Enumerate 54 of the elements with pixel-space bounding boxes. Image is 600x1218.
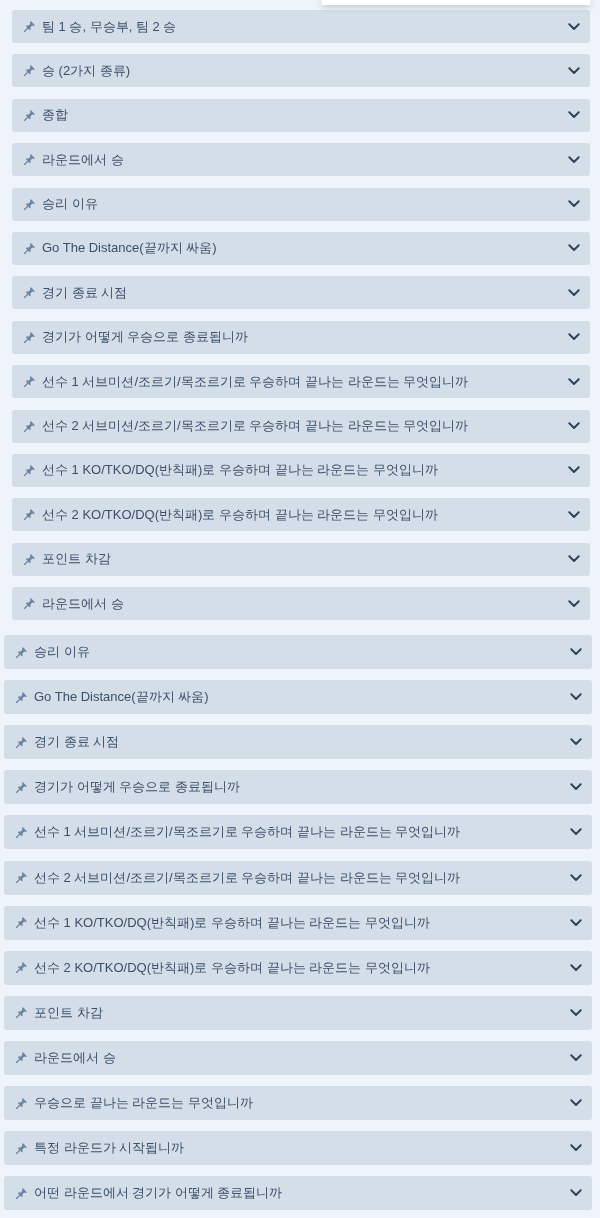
pin-icon[interactable]: [16, 781, 27, 793]
accordion-header[interactable]: 선수 1 KO/TKO/DQ(반칙패)로 우승하며 끝나는 라운드는 무엇입니까: [12, 453, 590, 487]
pin-icon[interactable]: [24, 464, 35, 476]
pin-icon[interactable]: [16, 826, 27, 838]
accordion-header[interactable]: 어떤 라운드에서 경기가 어떻게 종료됩니까: [4, 1176, 592, 1211]
pin-icon[interactable]: [16, 1142, 27, 1154]
pin-icon[interactable]: [16, 872, 27, 884]
accordion-header[interactable]: 팀 1 승, 무승부, 팀 2 승: [12, 10, 590, 43]
pin-icon[interactable]: [24, 65, 35, 77]
pin-icon[interactable]: [16, 1052, 27, 1064]
accordion-header[interactable]: 경기 종료 시점: [12, 276, 590, 310]
pin-icon[interactable]: [16, 736, 27, 748]
pin-icon[interactable]: [24, 376, 35, 388]
pin-icon[interactable]: [16, 646, 27, 658]
accordion-header[interactable]: 경기 종료 시점: [4, 725, 592, 760]
pin-icon[interactable]: [24, 553, 35, 565]
accordion-header[interactable]: 선수 2 서브미션/조르기/목조르기로 우승하며 끝나는 라운드는 무엇입니까: [12, 409, 590, 443]
pin-icon[interactable]: [24, 109, 35, 121]
accordion-header[interactable]: 라운드에서 승: [4, 1040, 592, 1075]
pin-icon[interactable]: [24, 242, 35, 254]
accordion-header[interactable]: 선수 1 서브미션/조르기/목조르기로 우승하며 끝나는 라운드는 무엇입니까: [12, 365, 590, 399]
accordion-header[interactable]: 승 (2가지 종류): [12, 54, 590, 88]
accordion-header[interactable]: 선수 2 서브미션/조르기/목조르기로 우승하며 끝나는 라운드는 무엇입니까: [4, 860, 592, 895]
pin-icon[interactable]: [24, 598, 35, 610]
pin-icon[interactable]: [16, 1187, 27, 1199]
accordion-header[interactable]: 승리 이유: [4, 635, 592, 670]
accordion-header[interactable]: 경기가 어떻게 우승으로 종료됩니까: [12, 320, 590, 354]
accordion-header[interactable]: 선수 2 KO/TKO/DQ(반칙패)로 우승하며 끝나는 라운드는 무엇입니까: [12, 498, 590, 532]
accordion-header[interactable]: Go The Distance(끝까지 싸움): [4, 680, 592, 715]
accordion-header[interactable]: 특정 라운드가 시작됩니까: [4, 1131, 592, 1166]
pin-icon[interactable]: [24, 198, 35, 210]
accordion-header[interactable]: 우승으로 끝나는 라운드는 무엇입니까: [4, 1086, 592, 1120]
accordion-header[interactable]: 포인트 차감: [12, 542, 590, 576]
accordion-header[interactable]: 경기가 어떻게 우승으로 종료됩니까: [4, 770, 592, 805]
pin-icon[interactable]: [24, 154, 35, 166]
pin-icon[interactable]: [16, 691, 27, 703]
accordion-header[interactable]: 선수 1 KO/TKO/DQ(반칙패)로 우승하며 끝나는 라운드는 무엇입니까: [4, 905, 592, 940]
pin-icon[interactable]: [24, 509, 35, 521]
pin-icon[interactable]: [24, 420, 35, 432]
accordion-header[interactable]: 선수 1 서브미션/조르기/목조르기로 우승하며 끝나는 라운드는 무엇입니까: [4, 815, 592, 850]
pin-icon[interactable]: [16, 917, 27, 929]
accordion-header[interactable]: 라운드에서 승: [12, 143, 590, 177]
pin-icon[interactable]: [24, 331, 35, 343]
accordion-header[interactable]: 승리 이유: [12, 187, 590, 221]
pin-icon[interactable]: [24, 21, 35, 32]
accordion-header[interactable]: 라운드에서 승: [12, 587, 590, 621]
accordion-header[interactable]: 선수 2 KO/TKO/DQ(반칙패)로 우승하며 끝나는 라운드는 무엇입니까: [4, 950, 592, 985]
pin-icon[interactable]: [16, 962, 27, 974]
accordion-header[interactable]: 종합: [12, 98, 590, 132]
pin-icon[interactable]: [16, 1007, 27, 1019]
accordion-header[interactable]: Go The Distance(끝까지 싸움): [12, 231, 590, 265]
accordion-header[interactable]: 포인트 차감: [4, 995, 592, 1030]
pin-icon[interactable]: [24, 287, 35, 299]
pin-icon[interactable]: [16, 1097, 27, 1109]
